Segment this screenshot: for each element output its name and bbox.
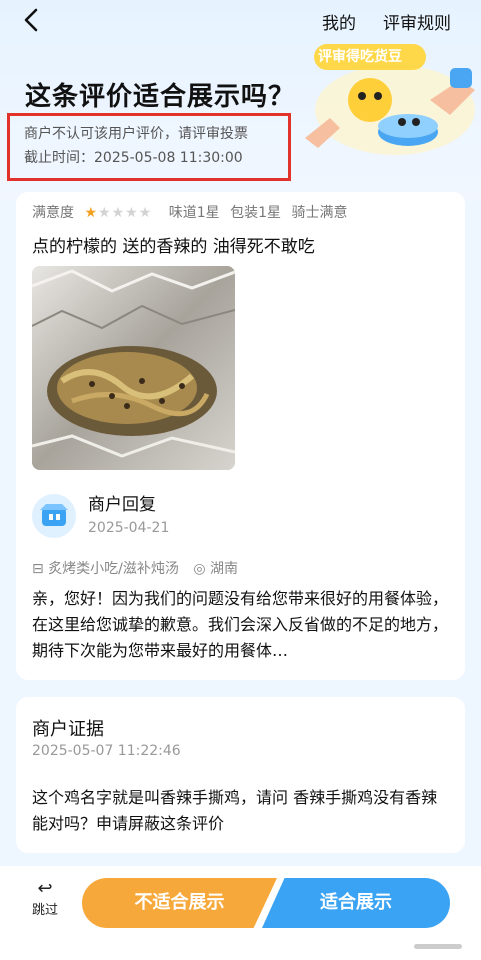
- deadline-notice: 商户不认可该用户评价，请评审投票 截止时间：2025-05-08 11:30:0…: [7, 113, 291, 181]
- rating-row: 满意度 ★★★★★ 味道1星 包装1星 骑士满意: [32, 202, 347, 222]
- merchant-tags: ⊟ 炙烤类小吃/滋补炖汤 ◎ 湖南: [32, 558, 248, 578]
- review-card: 满意度 ★★★★★ 味道1星 包装1星 骑士满意 点的柠檬的 送的香辣的 油得死…: [16, 192, 465, 680]
- merchant-reply-date: 2025-04-21: [88, 520, 170, 536]
- location-tag: ◎ 湖南: [193, 558, 238, 578]
- reward-banner-text: 评审得吃货豆: [318, 49, 402, 65]
- merchant-reply-title: 商户回复: [88, 495, 156, 515]
- suitable-button[interactable]: 适合展示: [262, 878, 450, 928]
- undo-arrow-icon: ↩: [37, 878, 53, 899]
- category-tag-label: 炙烤类小吃/滋补炖汤: [48, 561, 179, 577]
- reward-banner-illustration: 评审得吃货豆: [300, 40, 481, 160]
- evidence-text: 这个鸡名字就是叫香辣手撕鸡，请问 香辣手撕鸡没有香辣能对吗？申请屏蔽这条评价: [32, 788, 438, 833]
- merchant-avatar: [32, 494, 76, 538]
- star-empty-icon: ★: [111, 205, 126, 221]
- rating-label: 满意度: [32, 205, 74, 221]
- skip-button[interactable]: ↩ 跳过: [20, 878, 70, 918]
- not-suitable-button[interactable]: 不适合展示: [82, 878, 277, 928]
- nav-rules-link[interactable]: 评审规则: [383, 9, 451, 34]
- nav-mine-link[interactable]: 我的: [322, 9, 356, 34]
- rider-rating: 骑士满意: [291, 205, 348, 221]
- page-title: 这条评价适合展示吗？: [25, 82, 296, 112]
- notice-deadline: 截止时间：2025-05-08 11:30:00: [24, 150, 243, 166]
- star-filled-icon: ★: [84, 205, 99, 221]
- taste-rating: 味道1星: [168, 205, 220, 221]
- merchant-reply-text[interactable]: 亲，您好！因为我们的问题没有给您带来很好的用餐体验，在这里给您诚挚的歉意。我们会…: [32, 586, 452, 664]
- packaging-rating: 包装1星: [230, 205, 282, 221]
- location-pin-icon: ◎: [193, 561, 206, 577]
- review-text: 点的柠檬的 送的香辣的 油得死不敢吃: [32, 237, 315, 257]
- location-tag-label: 湖南: [210, 561, 239, 577]
- evidence-date: 2025-05-07 11:22:46: [32, 743, 181, 759]
- skip-label: 跳过: [31, 903, 58, 918]
- star-empty-icon: ★: [98, 205, 112, 221]
- evidence-card: 商户证据 2025-05-07 11:22:46 这个鸡名字就是叫香辣手撕鸡，请…: [16, 697, 465, 853]
- evidence-title: 商户证据: [32, 719, 104, 740]
- review-photo[interactable]: [32, 266, 235, 470]
- bottom-action-bar: ↩ 跳过 不适合展示 适合展示: [0, 866, 481, 960]
- home-indicator: [414, 944, 462, 949]
- star-empty-icon: ★: [138, 205, 153, 221]
- notice-message: 商户不认可该用户评价，请评审投票: [24, 126, 248, 142]
- category-tag: ⊟ 炙烤类小吃/滋补炖汤: [32, 558, 179, 578]
- navigation-bar: 我的 评审规则: [0, 0, 481, 44]
- store-icon: ⊟: [32, 561, 44, 577]
- rating-stars: ★★★★★: [84, 205, 152, 221]
- star-empty-icon: ★: [125, 205, 139, 221]
- back-arrow-icon[interactable]: [18, 6, 46, 34]
